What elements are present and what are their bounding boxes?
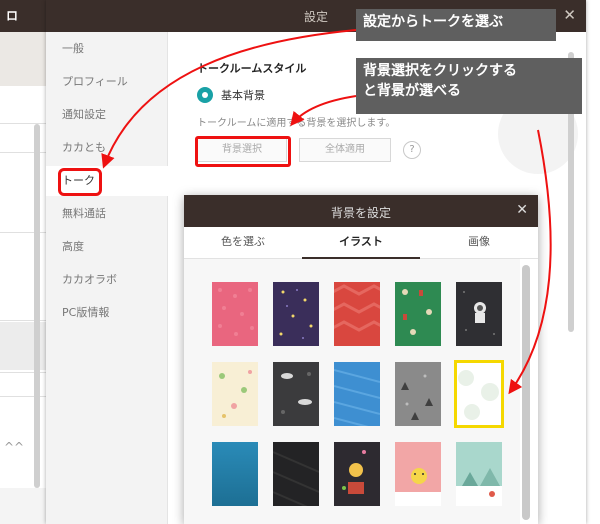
arrow-to-select-button [290, 95, 357, 127]
arrow-to-selected-thumbnail [508, 129, 552, 395]
annotation-arrows [101, 29, 552, 395]
arrow-to-chat-tab [101, 29, 357, 169]
